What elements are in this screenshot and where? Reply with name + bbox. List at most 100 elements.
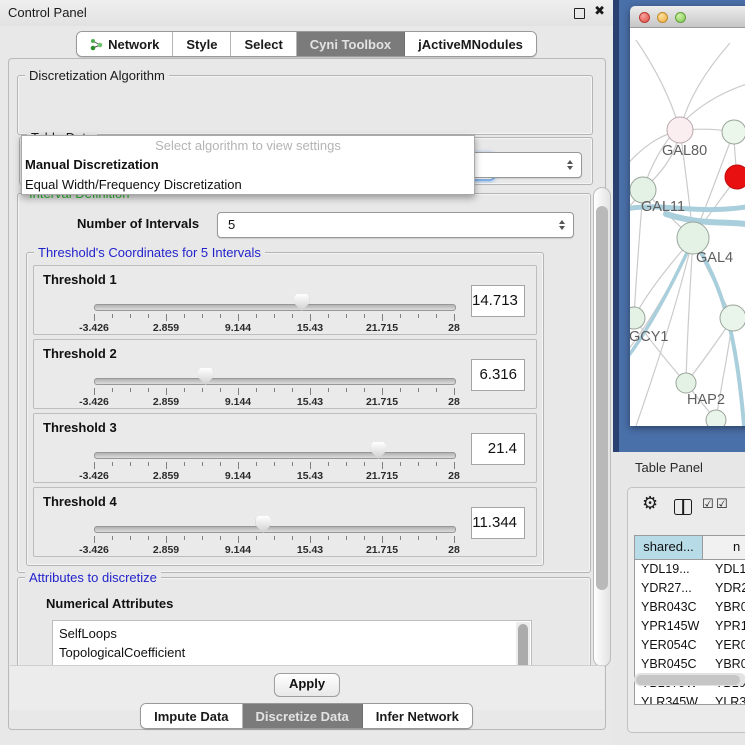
slider-tick bbox=[418, 388, 419, 392]
columns-icon[interactable] bbox=[674, 499, 692, 515]
tab-select-label: Select bbox=[244, 33, 282, 56]
slider-tick-label: 2.859 bbox=[134, 544, 198, 556]
table-row[interactable]: YDL19...YDL1 bbox=[635, 560, 745, 579]
column-header-shared-name[interactable]: shared... bbox=[635, 536, 703, 559]
slider-tick bbox=[256, 462, 257, 466]
node-gcy1[interactable] bbox=[630, 307, 645, 329]
threshold-3-label: Threshold 3 bbox=[43, 420, 117, 435]
threshold-3-panel: Threshold 3 21.4 -3.4262.8599.14415.4321… bbox=[33, 413, 537, 483]
table-row[interactable]: YER054CYER0 bbox=[635, 636, 745, 655]
cell-name[interactable]: YLR3 bbox=[703, 693, 745, 705]
node-red-selected[interactable] bbox=[725, 165, 745, 189]
table-row[interactable]: YBR043CYBR0 bbox=[635, 598, 745, 617]
threshold-4-value-field[interactable]: 11.344 bbox=[471, 507, 525, 539]
attributes-list-scrollbar[interactable] bbox=[516, 622, 530, 667]
cell-name[interactable]: YPR1 bbox=[703, 617, 745, 636]
slider-tick bbox=[328, 536, 329, 540]
node-bottom-partial[interactable] bbox=[706, 410, 726, 426]
algorithm-option-manual[interactable]: Manual Discretization bbox=[22, 155, 474, 174]
algorithm-option-equal-width[interactable]: Equal Width/Frequency Discretization bbox=[22, 175, 474, 194]
threshold-3-value-field[interactable]: 21.4 bbox=[471, 433, 525, 465]
slider-tick bbox=[202, 388, 203, 392]
cell-name[interactable]: YDL1 bbox=[703, 560, 745, 579]
network-view-window[interactable]: GAL80 GA C GAL11 GAL4 GCY1 H HAP2 bbox=[630, 6, 745, 426]
close-traffic-light[interactable] bbox=[639, 12, 650, 23]
slider-tick bbox=[112, 388, 113, 392]
cell-shared-name[interactable]: YDL19... bbox=[635, 560, 703, 579]
tab-jactivemnodules[interactable]: jActiveMNodules bbox=[405, 32, 536, 56]
slider-tick bbox=[436, 388, 437, 392]
thresholds-group-title: Threshold's Coordinates for 5 Intervals bbox=[34, 245, 265, 260]
slider-tick bbox=[238, 536, 239, 543]
tab-discretize-data-label: Discretize Data bbox=[256, 705, 349, 728]
threshold-2-slider-track[interactable] bbox=[94, 378, 456, 385]
minimize-traffic-light[interactable] bbox=[657, 12, 668, 23]
cell-shared-name[interactable]: YER054C bbox=[635, 636, 703, 655]
cell-shared-name[interactable]: YLR345W bbox=[635, 693, 703, 705]
scrollbar-thumb[interactable] bbox=[596, 206, 608, 590]
settings-vertical-scrollbar[interactable] bbox=[593, 187, 611, 667]
gear-icon[interactable]: ⚙ bbox=[642, 493, 658, 514]
tab-cyni-toolbox-label: Cyni Toolbox bbox=[310, 33, 391, 56]
table-row[interactable]: YLR345WYLR3 bbox=[635, 693, 745, 705]
node-gal80[interactable] bbox=[667, 117, 693, 143]
network-canvas[interactable]: GAL80 GA C GAL11 GAL4 GCY1 H HAP2 bbox=[630, 28, 745, 426]
checkbox-icon-2[interactable]: ☑ bbox=[716, 497, 728, 512]
number-of-intervals-combobox[interactable]: 5 bbox=[217, 212, 574, 238]
apply-button[interactable]: Apply bbox=[274, 673, 340, 697]
cell-shared-name[interactable]: YDR27... bbox=[635, 579, 703, 598]
tab-infer-network-label: Infer Network bbox=[376, 705, 459, 728]
tab-network[interactable]: Network bbox=[77, 32, 173, 56]
slider-tick-label: 28 bbox=[422, 322, 486, 334]
cell-shared-name[interactable]: YPR145W bbox=[635, 617, 703, 636]
column-header-name[interactable]: n bbox=[703, 536, 745, 559]
threshold-3-slider-track[interactable] bbox=[94, 452, 456, 459]
tab-impute-data-label: Impute Data bbox=[154, 705, 228, 728]
node-h[interactable] bbox=[720, 305, 745, 331]
slider-tick bbox=[238, 314, 239, 321]
slider-tick bbox=[436, 536, 437, 540]
table-row[interactable]: YPR145WYPR1 bbox=[635, 617, 745, 636]
slider-tick bbox=[382, 462, 383, 469]
table-row[interactable]: YDR27...YDR2 bbox=[635, 579, 745, 598]
attribute-list-item[interactable]: SelfLoops bbox=[59, 624, 515, 643]
attribute-list-item[interactable]: TopologicalCoefficient bbox=[59, 643, 515, 662]
cell-name[interactable]: YBR0 bbox=[703, 598, 745, 617]
threshold-1-value-field[interactable]: 14.713 bbox=[471, 285, 525, 317]
threshold-2-value-field[interactable]: 6.316 bbox=[471, 359, 525, 391]
slider-tick bbox=[130, 462, 131, 466]
tab-style[interactable]: Style bbox=[173, 32, 231, 56]
threshold-4-panel: Threshold 4 11.344 -3.4262.8599.14415.43… bbox=[33, 487, 537, 557]
tab-style-label: Style bbox=[186, 33, 217, 56]
node-ga[interactable] bbox=[722, 120, 745, 144]
threshold-4-slider-track[interactable] bbox=[94, 526, 456, 533]
table-row[interactable]: YBR045CYBR0 bbox=[635, 655, 745, 674]
node-hap2[interactable] bbox=[676, 373, 696, 393]
close-icon[interactable]: ✖ bbox=[594, 4, 605, 19]
slider-tick bbox=[454, 536, 455, 543]
tab-impute-data[interactable]: Impute Data bbox=[141, 704, 242, 728]
tab-select[interactable]: Select bbox=[231, 32, 296, 56]
tab-discretize-data[interactable]: Discretize Data bbox=[243, 704, 363, 728]
slider-tick-label: 9.144 bbox=[206, 396, 270, 408]
cell-shared-name[interactable]: YBR043C bbox=[635, 598, 703, 617]
number-of-intervals-label: Number of Intervals bbox=[77, 216, 199, 231]
tab-cyni-toolbox[interactable]: Cyni Toolbox bbox=[297, 32, 405, 56]
cell-name[interactable]: YER0 bbox=[703, 636, 745, 655]
threshold-1-slider-track[interactable] bbox=[94, 304, 456, 311]
slider-tick-label: 2.859 bbox=[134, 396, 198, 408]
tab-infer-network[interactable]: Infer Network bbox=[363, 704, 472, 728]
tab-jactivemnodules-label: jActiveMNodules bbox=[418, 33, 523, 56]
slider-tick bbox=[256, 314, 257, 318]
table-horizontal-scrollbar[interactable] bbox=[634, 673, 745, 686]
cell-name[interactable]: YDR2 bbox=[703, 579, 745, 598]
slider-tick bbox=[364, 462, 365, 466]
float-window-icon[interactable] bbox=[574, 8, 585, 19]
cell-shared-name[interactable]: YBR045C bbox=[635, 655, 703, 674]
zoom-traffic-light[interactable] bbox=[675, 12, 686, 23]
node-label-gal80: GAL80 bbox=[662, 143, 707, 159]
cell-name[interactable]: YBR0 bbox=[703, 655, 745, 674]
checkbox-icon-1[interactable]: ☑ bbox=[702, 497, 714, 512]
interval-definition-group: Interval Definition Number of Intervals … bbox=[17, 193, 591, 573]
scrollbar-thumb[interactable] bbox=[636, 675, 740, 685]
